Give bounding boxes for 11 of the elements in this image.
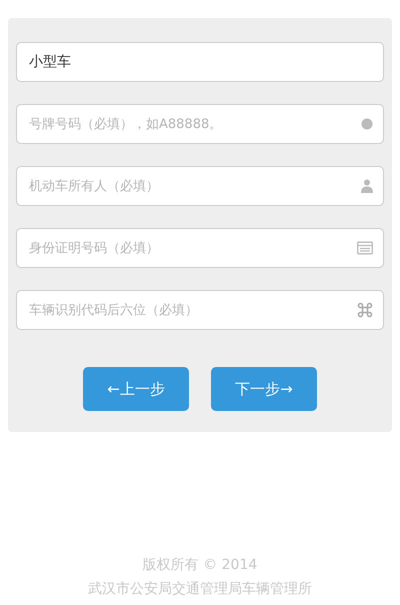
user-icon	[361, 179, 373, 193]
input-field[interactable]: 车辆识别代码后六位（必填）	[16, 290, 384, 330]
previous-step-button[interactable]: ←上一步	[83, 367, 189, 411]
vehicle-type-field[interactable]: 小型车	[16, 42, 384, 82]
input-field[interactable]: 身份证明号码（必填）	[16, 228, 384, 268]
command-icon	[357, 302, 373, 318]
dot-icon	[361, 118, 373, 130]
input-field[interactable]: 机动车所有人（必填）	[16, 166, 384, 206]
input-field[interactable]: 号牌号码（必填），如A88888。	[16, 104, 384, 144]
card-icon	[357, 242, 373, 254]
next-step-button[interactable]: 下一步→	[211, 367, 317, 411]
